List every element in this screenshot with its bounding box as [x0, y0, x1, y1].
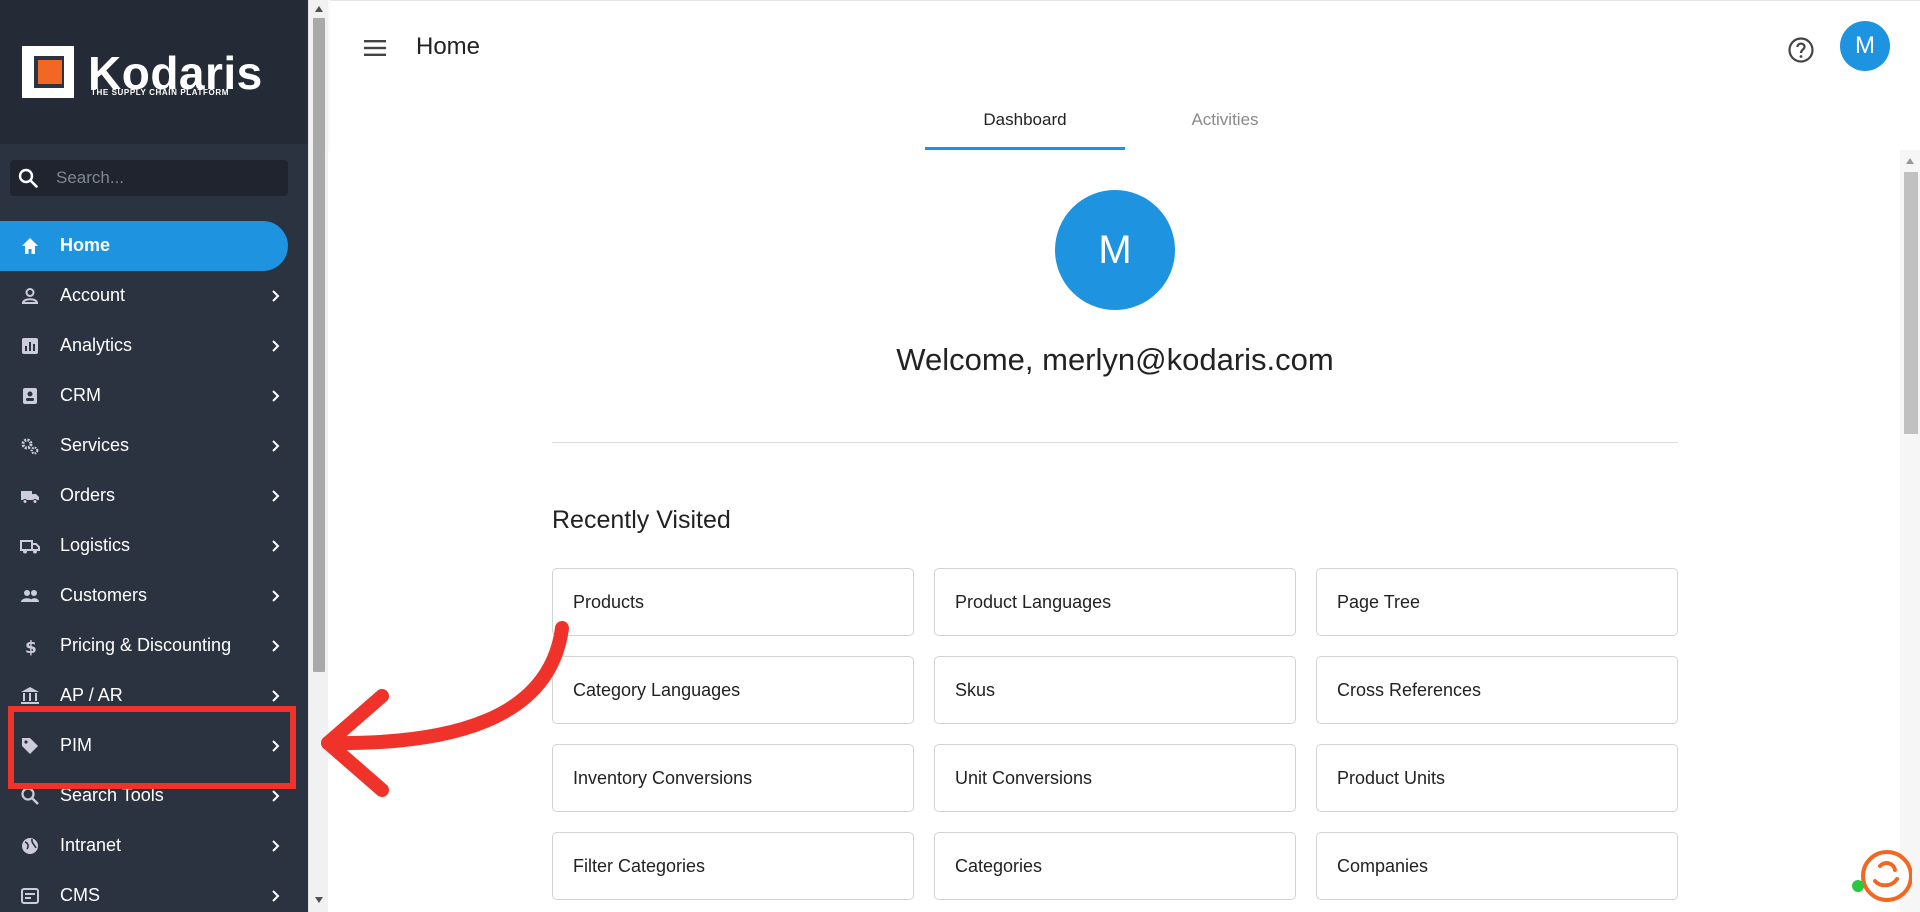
user-avatar[interactable]: M [1840, 21, 1890, 71]
chevron-right-icon [272, 890, 280, 902]
sidebar-item-label: CRM [60, 385, 101, 405]
card-label: Categories [955, 856, 1043, 876]
recent-card-companies[interactable]: Companies [1316, 832, 1678, 900]
home-icon [22, 238, 38, 254]
sidebar-item-label: AP / AR [60, 685, 123, 705]
recently-visited-heading: Recently Visited [552, 506, 731, 534]
chevron-right-icon [272, 440, 280, 452]
sidebar-item-analytics[interactable]: Analytics [0, 321, 288, 371]
hamburger-menu-icon[interactable] [362, 35, 388, 61]
welcome-heading: Welcome, merlyn@kodaris.com [896, 342, 1334, 377]
search-input[interactable] [56, 160, 284, 196]
sidebar-item-services[interactable]: Services [0, 421, 288, 471]
page-title: Home [416, 33, 481, 60]
chevron-right-icon [272, 590, 280, 602]
recent-card-inventory-conversions[interactable]: Inventory Conversions [552, 744, 914, 812]
help-icon[interactable] [1787, 36, 1815, 64]
people-icon [21, 590, 39, 602]
chevron-right-icon [272, 840, 280, 852]
svg-text:$: $ [25, 638, 37, 656]
card-label: Filter Categories [573, 856, 706, 876]
recent-card-cross-references[interactable]: Cross References [1316, 656, 1678, 724]
chevron-right-icon [272, 340, 280, 352]
chat-widget-icon[interactable] [1850, 846, 1912, 908]
kodaris-logo-icon [22, 46, 74, 98]
main-scrollbar-thumb[interactable] [1904, 172, 1918, 434]
scroll-down-arrow-icon[interactable] [315, 897, 323, 903]
card-label: Cross References [1337, 680, 1482, 700]
sidebar-item-customers[interactable]: Customers [0, 571, 288, 621]
search-icon [21, 787, 39, 805]
search-icon [18, 168, 38, 188]
sidebar-item-intranet[interactable]: Intranet [0, 821, 288, 871]
profile-avatar: M [1055, 190, 1175, 310]
sidebar-item-label: Pricing & Discounting [60, 635, 232, 655]
pim-highlight-box [8, 706, 296, 789]
sidebar-item-label: Account [60, 285, 126, 305]
scroll-up-arrow-icon[interactable] [1906, 158, 1914, 164]
sidebar-search [10, 160, 288, 196]
curved-arrow-icon [321, 621, 569, 797]
recent-card-category-languages[interactable]: Category Languages [552, 656, 914, 724]
sidebar-nav: Home Account Analytics CRM Services Orde… [0, 221, 308, 912]
contact-card-icon [23, 388, 37, 404]
card-label: Skus [955, 680, 996, 700]
bank-icon [21, 687, 39, 704]
sidebar-item-label: Orders [60, 485, 116, 505]
chevron-right-icon [272, 690, 280, 702]
main-scrollbar[interactable] [1900, 150, 1920, 912]
chevron-right-icon [272, 540, 280, 552]
chevron-right-icon [272, 390, 280, 402]
sidebar-scrollbar-thumb[interactable] [313, 18, 325, 672]
sidebar-item-label: Logistics [60, 535, 131, 555]
sidebar-item-orders[interactable]: Orders [0, 471, 288, 521]
card-label: Products [573, 592, 645, 612]
sidebar-item-account[interactable]: Account [0, 271, 288, 321]
recent-card-product-units[interactable]: Product Units [1316, 744, 1678, 812]
truck-icon [21, 491, 39, 504]
gears-icon [21, 438, 39, 455]
delivery-truck-icon [20, 540, 40, 554]
card-label: Product Languages [955, 592, 1112, 612]
card-label: Unit Conversions [955, 768, 1093, 788]
sidebar-item-crm[interactable]: CRM [0, 371, 288, 421]
card-label: Product Units [1337, 768, 1446, 788]
sidebar-item-label: Services [60, 435, 130, 455]
sidebar-item-label: Intranet [60, 835, 122, 855]
recent-card-categories[interactable]: Categories [934, 832, 1296, 900]
sidebar-item-label: Customers [60, 585, 148, 605]
sidebar-item-label: Home [60, 235, 111, 255]
card-label: Page Tree [1337, 592, 1421, 612]
person-icon [21, 288, 39, 304]
scroll-up-arrow-icon[interactable] [315, 6, 323, 12]
chevron-right-icon [272, 490, 280, 502]
chevron-right-icon [272, 790, 280, 802]
sidebar-item-logistics[interactable]: Logistics [0, 521, 288, 571]
sidebar-item-label: Analytics [60, 335, 133, 355]
sidebar-item-home[interactable]: Home [0, 221, 288, 271]
tab-activities[interactable]: Activities [1125, 100, 1325, 150]
brand-tagline: THE SUPPLY CHAIN PLATFORM [91, 88, 229, 97]
sidebar-item-pricing-discounting[interactable]: $ Pricing & Discounting [0, 621, 288, 671]
brand-header: Kodaris THE SUPPLY CHAIN PLATFORM [0, 0, 308, 144]
tab-dashboard[interactable]: Dashboard [925, 100, 1125, 150]
recent-card-product-languages[interactable]: Product Languages [934, 568, 1296, 636]
card-label: Category Languages [573, 680, 741, 700]
cms-icon [21, 888, 39, 904]
card-label: Companies [1337, 856, 1429, 876]
chevron-right-icon [272, 290, 280, 302]
recent-card-products[interactable]: Products [552, 568, 914, 636]
analytics-icon [22, 338, 38, 354]
chevron-right-icon [272, 640, 280, 652]
globe-icon [22, 838, 38, 854]
card-label: Inventory Conversions [573, 768, 753, 788]
sidebar-item-cms[interactable]: CMS [0, 871, 288, 912]
recent-card-page-tree[interactable]: Page Tree [1316, 568, 1678, 636]
sidebar-item-label: CMS [60, 885, 100, 905]
recent-card-unit-conversions[interactable]: Unit Conversions [934, 744, 1296, 812]
divider [552, 442, 1678, 443]
recent-card-skus[interactable]: Skus [934, 656, 1296, 724]
recent-card-filter-categories[interactable]: Filter Categories [552, 832, 914, 900]
dollar-icon: $ [25, 638, 37, 656]
